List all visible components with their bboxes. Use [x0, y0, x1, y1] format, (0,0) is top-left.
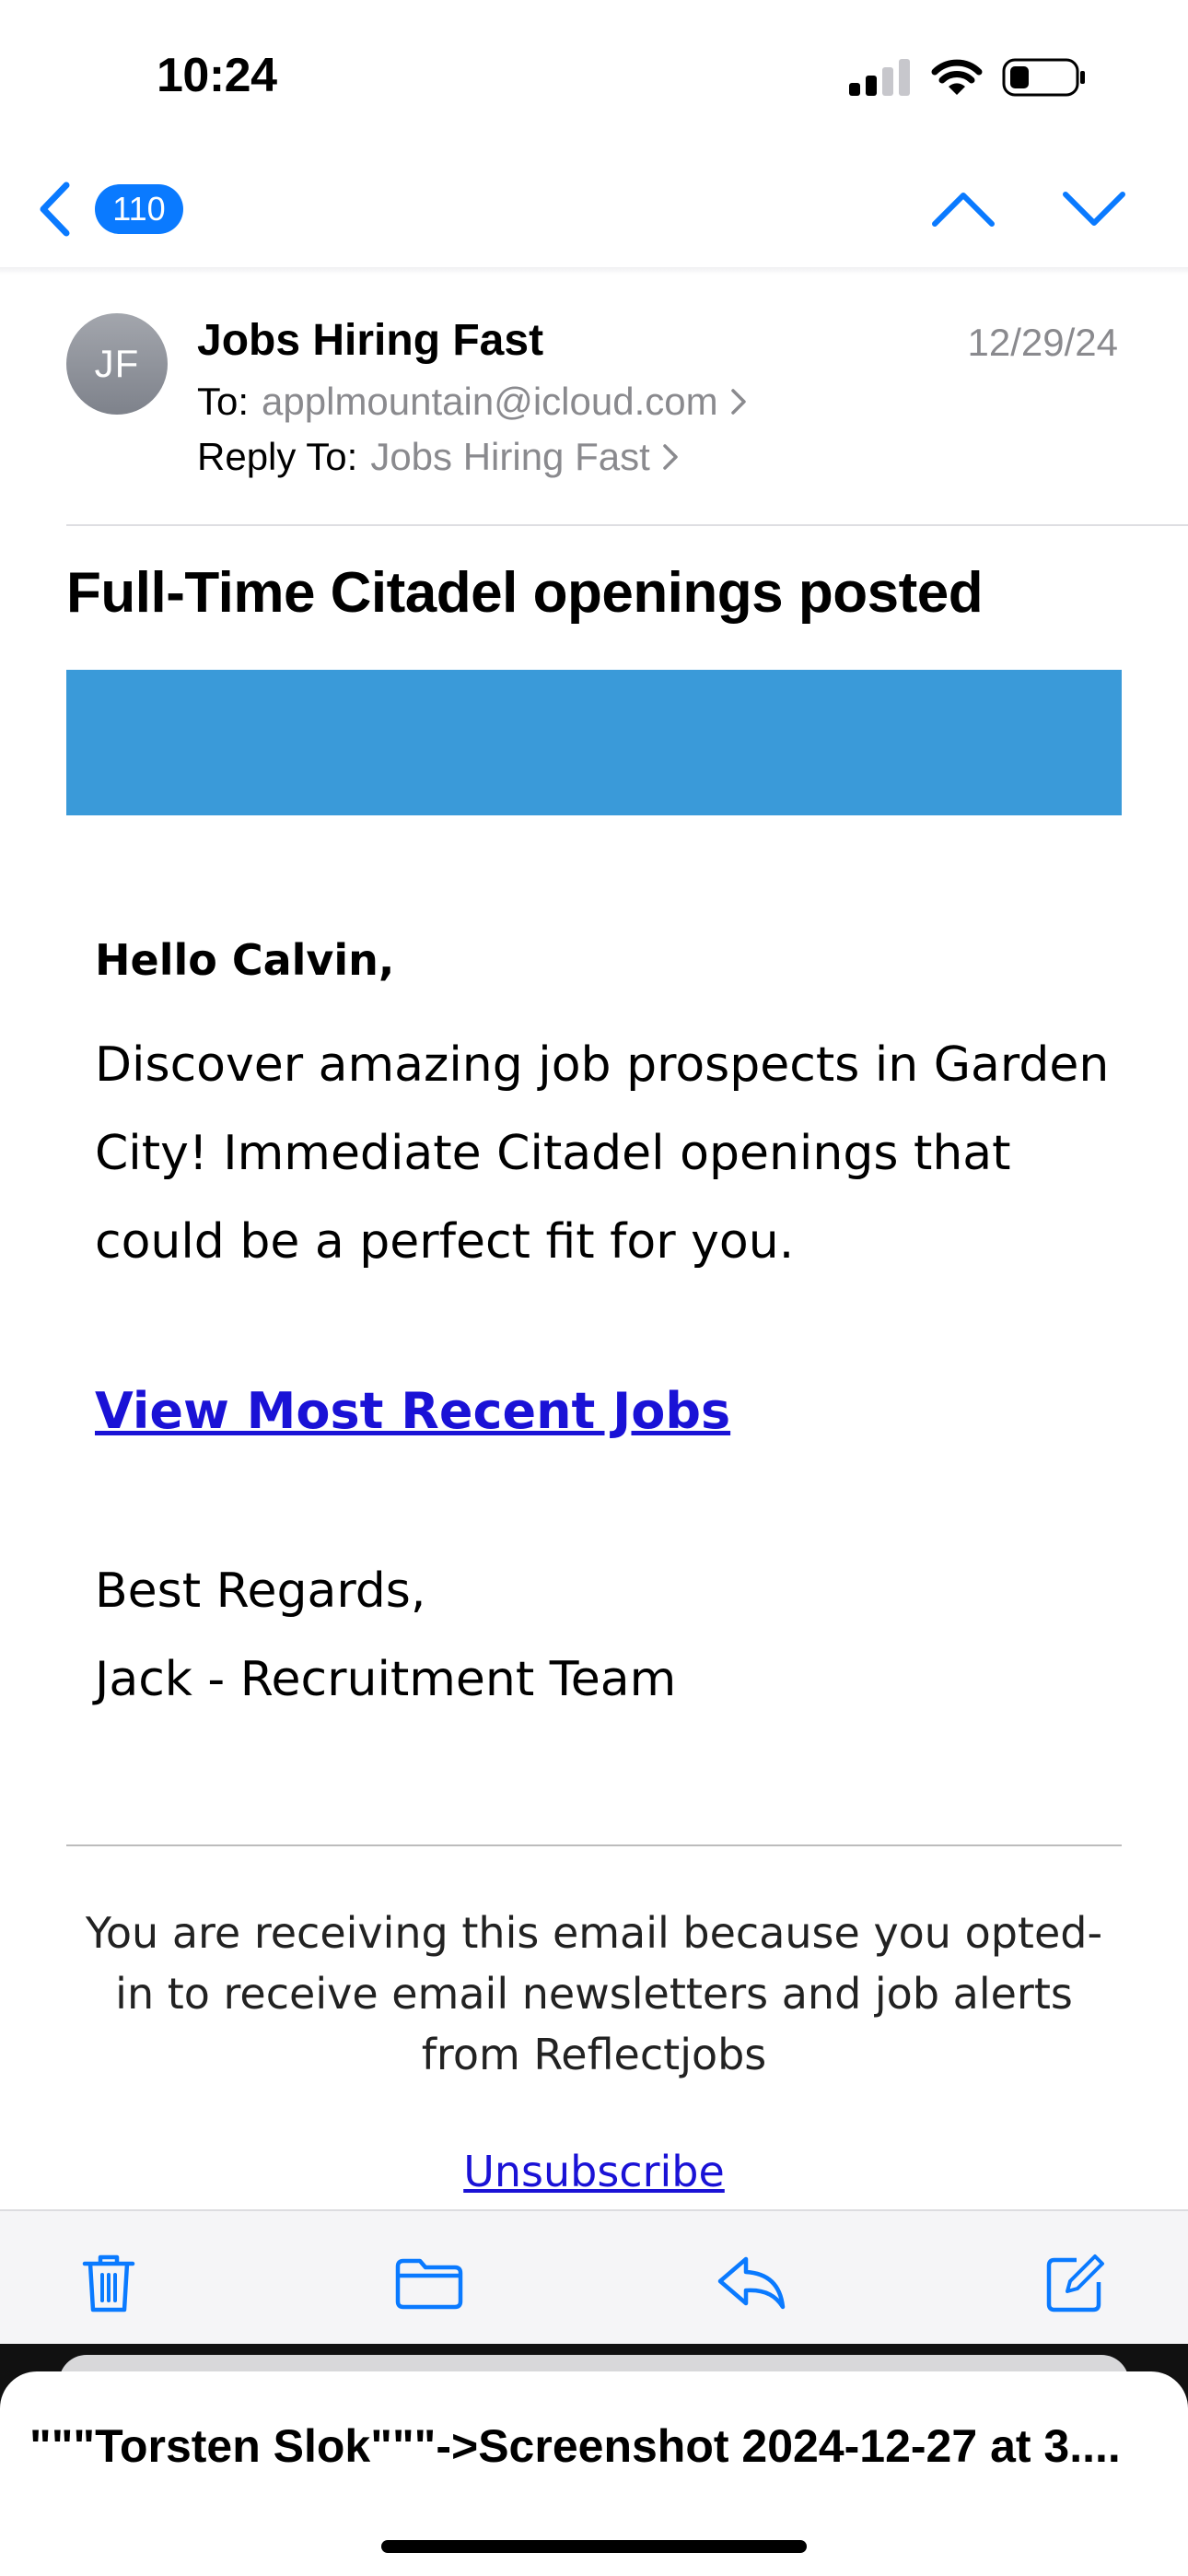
reply-to-label: Reply To: [197, 435, 358, 478]
compose-button[interactable] [1039, 2248, 1112, 2318]
folder-icon [395, 2258, 463, 2310]
battery-icon [1002, 58, 1085, 97]
header-divider [66, 524, 1188, 526]
bottom-toolbar [0, 2209, 1188, 2344]
status-time: 10:24 [157, 49, 277, 102]
chevron-right-icon [661, 442, 680, 472]
reply-button[interactable] [715, 2248, 788, 2318]
email-intro: Discover amazing job prospects in Garden… [95, 1037, 1110, 1270]
status-icons [849, 57, 1087, 98]
reply-to-line[interactable]: Reply To: Jobs Hiring Fast [197, 435, 680, 479]
draft-sheet-title[interactable]: """Torsten Slok"""->Screenshot 2024-12-2… [29, 2419, 1162, 2473]
email-closing: Best Regards, [95, 1563, 426, 1619]
previous-message-button[interactable] [928, 180, 998, 239]
view-jobs-link[interactable]: View Most Recent Jobs [95, 1382, 730, 1440]
unsubscribe-link[interactable]: Unsubscribe [0, 2147, 1188, 2196]
chevron-right-icon [729, 387, 748, 416]
chevron-down-icon [1063, 192, 1125, 226]
cellular-signal-icon [849, 59, 910, 96]
footer-divider [66, 1844, 1122, 1846]
to-line[interactable]: To: applmountain@icloud.com [197, 380, 748, 424]
next-message-button[interactable] [1059, 180, 1129, 239]
delete-button[interactable] [72, 2248, 146, 2318]
compose-icon [1046, 2254, 1104, 2313]
email-subject: Full-Time Citadel openings posted [66, 561, 984, 625]
email-greeting: Hello Calvin, [95, 935, 395, 985]
wifi-icon [931, 59, 983, 95]
reply-to-address[interactable]: Jobs Hiring Fast [370, 435, 649, 479]
to-address[interactable]: applmountain@icloud.com [262, 380, 718, 424]
reply-icon [717, 2256, 786, 2310]
message-date: 12/29/24 [967, 321, 1119, 364]
email-banner [66, 670, 1122, 815]
to-label: To: [197, 380, 250, 423]
back-button[interactable] [31, 177, 77, 241]
sender-avatar[interactable]: JF [66, 313, 168, 415]
nav-divider [0, 267, 1188, 275]
email-signature: Jack - Recruitment Team [95, 1652, 677, 1707]
trash-icon [82, 2254, 135, 2313]
sender-name[interactable]: Jobs Hiring Fast [197, 315, 543, 366]
chevron-left-icon [40, 181, 70, 237]
unread-count-badge[interactable]: 110 [95, 184, 183, 234]
chevron-up-icon [932, 193, 995, 227]
footer-note: You are receiving this email because you… [85, 1908, 1103, 2079]
home-indicator[interactable] [381, 2540, 807, 2553]
move-to-folder-button[interactable] [392, 2248, 466, 2318]
